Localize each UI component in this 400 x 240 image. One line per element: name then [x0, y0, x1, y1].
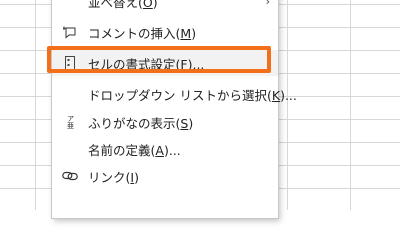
menu-item-format-cells[interactable]: セルの書式設定(F)... [52, 50, 278, 76]
furigana-glyph: ア亜 [66, 115, 75, 129]
format-cells-icon [62, 55, 78, 71]
menu-item-label: コメントの挿入(M) [88, 25, 197, 41]
menu-item-label: ドロップダウン リストから選択(K)... [88, 87, 297, 103]
menu-item-define-name[interactable]: 名前の定義(A)... [52, 136, 278, 162]
menu-item-dropdown-list[interactable]: ドロップダウン リストから選択(K)... [52, 81, 297, 107]
menu-item-label: ふりがなの表示(S) [88, 115, 194, 131]
menu-item-insert-comment[interactable]: コメントの挿入(M) [52, 19, 278, 45]
submenu-arrow-icon: › [265, 0, 270, 8]
link-icon [62, 168, 78, 184]
furigana-icon: ア亜 [62, 114, 78, 130]
menu-item-show-furigana[interactable]: ア亜 ふりがなの表示(S) [52, 109, 278, 135]
menu-item-label: セルの書式設定(F)... [88, 56, 205, 72]
menu-item-label: 並べ替え(O) [88, 0, 158, 10]
insert-comment-icon [62, 24, 78, 40]
context-menu: 並べ替え(O) › コメントの挿入(M) セルの書式設定(F)... ドロップダ… [52, 0, 297, 218]
menu-item-sort[interactable]: 並べ替え(O) › [52, 0, 278, 14]
menu-item-link[interactable]: リンク(I) [52, 163, 278, 189]
menu-item-label: リンク(I) [88, 169, 139, 185]
menu-item-label: 名前の定義(A)... [88, 142, 181, 158]
